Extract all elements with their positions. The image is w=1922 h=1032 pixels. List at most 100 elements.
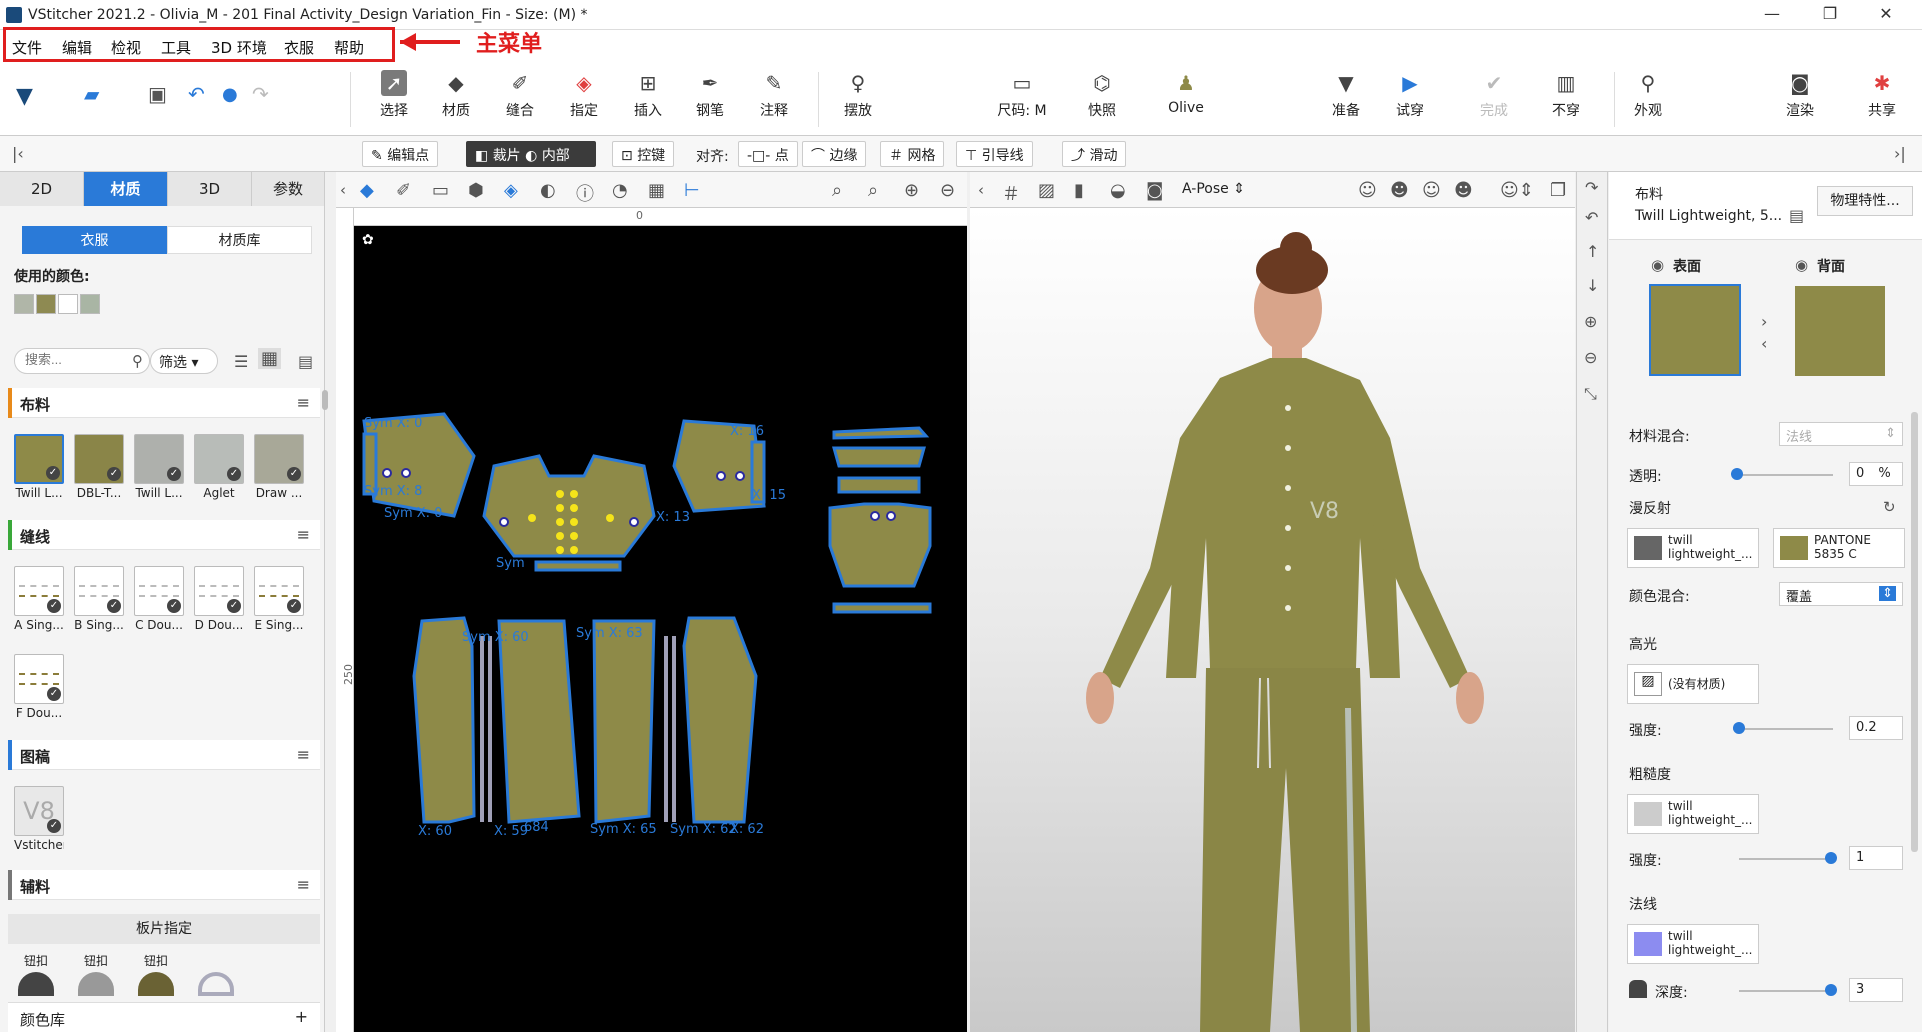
zoom-in-icon[interactable]: ⊕ bbox=[904, 180, 919, 201]
tool-snapshot[interactable]: ⌬ 快照 bbox=[1072, 70, 1132, 120]
close-button[interactable]: ✕ bbox=[1866, 4, 1906, 26]
fabric-link-icon[interactable]: ▤ bbox=[1789, 206, 1804, 225]
tool-pen[interactable]: ✒ 钢笔 bbox=[680, 70, 740, 120]
tool-size[interactable]: ▭ 尺码: M bbox=[986, 70, 1058, 120]
physics-button[interactable]: 物理特性... bbox=[1817, 186, 1913, 216]
fabric-thumb[interactable]: ✓ DBL-T... bbox=[74, 434, 124, 500]
material-mix-select[interactable]: 法线 ⇕ bbox=[1779, 422, 1903, 446]
pattern-tool-icon[interactable]: ▭ bbox=[432, 180, 449, 201]
pattern-tool-icon[interactable]: ◔ bbox=[612, 180, 628, 201]
zoom-out-icon[interactable]: ⊖ bbox=[1584, 348, 1597, 367]
roughness-strength-slider[interactable] bbox=[1739, 858, 1833, 860]
seam-thumb[interactable]: ✓ E Sing... bbox=[254, 566, 304, 632]
tool-insert[interactable]: ⊞ 插入 bbox=[618, 70, 678, 120]
tab-2d[interactable]: 2D bbox=[0, 172, 84, 206]
pattern-tool-icon[interactable]: ◈ bbox=[504, 180, 518, 201]
grid-view-icon[interactable]: ▦ bbox=[258, 348, 282, 369]
align-grid-button[interactable]: ＃ 网格 bbox=[880, 141, 945, 167]
tool-render[interactable]: ◙ 渲染 bbox=[1770, 70, 1830, 120]
roughness-strength-knob[interactable] bbox=[1825, 852, 1837, 864]
reset-icon[interactable]: ↻ bbox=[1883, 498, 1896, 516]
fabric-thumb[interactable]: ✓ Aglet bbox=[194, 434, 244, 500]
used-color-swatch[interactable] bbox=[36, 294, 56, 314]
avatar-view-icon[interactable]: ☺ bbox=[1422, 180, 1441, 201]
roughness-strength-input[interactable]: 1 bbox=[1849, 846, 1903, 870]
button-trim-icon[interactable] bbox=[18, 972, 54, 996]
measure-icon[interactable]: ◒ bbox=[1110, 180, 1126, 201]
used-color-swatch[interactable] bbox=[14, 294, 34, 314]
collapse-right-icon[interactable]: ›| bbox=[1894, 144, 1906, 163]
pattern-tool-icon[interactable]: ⓘ bbox=[576, 180, 594, 206]
chevron-left-icon[interactable]: ‹ bbox=[340, 181, 346, 199]
tool-select[interactable]: ➚ 选择 bbox=[364, 70, 424, 120]
zoom-fit-icon[interactable]: ⌕ bbox=[832, 180, 842, 201]
pattern-canvas[interactable]: ✿ Sym X: 0 Sym X: 8 Sym X: 0 X: 16 X: 15… bbox=[354, 226, 967, 1032]
history-icon[interactable]: ● bbox=[222, 84, 238, 105]
avatar-view-icon[interactable]: ☻ bbox=[1454, 180, 1473, 201]
open-folder-icon[interactable]: ▰ bbox=[84, 82, 99, 106]
normal-map[interactable]: twill lightweight_... bbox=[1627, 924, 1759, 964]
pattern-tool-icon[interactable]: ◐ bbox=[540, 180, 556, 201]
roughness-map[interactable]: twill lightweight_... bbox=[1627, 794, 1759, 834]
rotate-icon[interactable]: ↶ bbox=[1585, 208, 1598, 227]
used-color-swatch[interactable] bbox=[58, 294, 78, 314]
subtab-garment[interactable]: 衣服 bbox=[22, 226, 167, 254]
tool-simulate[interactable]: ▶ 试穿 bbox=[1380, 70, 1440, 120]
pose-select[interactable]: A-Pose ⇕ bbox=[1182, 181, 1245, 197]
artwork-thumb[interactable]: V8 ✓ Vstitcher bbox=[14, 786, 64, 852]
specular-strength-slider[interactable] bbox=[1733, 728, 1833, 730]
move-up-icon[interactable]: ↑ bbox=[1586, 242, 1599, 261]
maximize-button[interactable]: ❐ bbox=[1810, 4, 1850, 26]
align-guideline-button[interactable]: ⊤ 引导线 bbox=[956, 141, 1033, 167]
ring-trim-icon[interactable] bbox=[198, 972, 234, 996]
add-icon[interactable]: + bbox=[295, 1007, 308, 1026]
specular-map[interactable]: ▨ (没有材质) bbox=[1627, 664, 1759, 704]
section-artwork[interactable]: 图稿 ≡ bbox=[8, 740, 320, 770]
slide-button[interactable]: ⤴ 滑动 bbox=[1062, 141, 1127, 167]
avatar-select-icon[interactable]: ☺⇕ bbox=[1500, 180, 1534, 201]
move-down-icon[interactable]: ↓ bbox=[1586, 276, 1599, 295]
tool-done[interactable]: ✔ 完成 bbox=[1464, 70, 1524, 120]
back-material-swatch[interactable] bbox=[1795, 286, 1885, 376]
diffuse-map[interactable]: twill lightweight_... bbox=[1627, 528, 1759, 568]
grid-icon[interactable]: ▦ bbox=[648, 180, 665, 201]
fabric-thumb[interactable]: ✓ Draw ... bbox=[254, 434, 304, 500]
search-input[interactable] bbox=[25, 352, 121, 367]
seam-thumb[interactable]: ✓ D Dou... bbox=[194, 566, 244, 632]
background-icon[interactable]: ▨ bbox=[1038, 180, 1055, 201]
depth-slider[interactable] bbox=[1739, 990, 1833, 992]
tool-stitch[interactable]: ✐ 缝合 bbox=[490, 70, 550, 120]
camera-icon[interactable]: ◙ bbox=[1146, 180, 1163, 201]
seam-thumb[interactable]: ✓ F Dou... bbox=[14, 654, 64, 720]
ruler-icon[interactable]: ▮ bbox=[1074, 180, 1084, 201]
minimize-button[interactable]: — bbox=[1752, 4, 1792, 26]
section-trims[interactable]: 辅料 ≡ bbox=[8, 870, 320, 900]
right-scrollbar[interactable] bbox=[1911, 412, 1918, 852]
depth-slider-knob[interactable] bbox=[1825, 984, 1837, 996]
zoom-selection-icon[interactable]: ⌕ bbox=[868, 180, 878, 201]
hamburger-icon[interactable]: ≡ bbox=[297, 875, 310, 894]
vstitcher-logo-icon[interactable]: ▼ bbox=[16, 84, 33, 109]
view3d-canvas[interactable]: V8 bbox=[970, 208, 1575, 1032]
grid-icon[interactable]: ＃ bbox=[1002, 180, 1020, 206]
tool-material[interactable]: ◆ 材质 bbox=[426, 70, 486, 120]
zoom-out-icon[interactable]: ⊖ bbox=[940, 180, 955, 201]
hamburger-icon[interactable]: ≡ bbox=[297, 745, 310, 764]
tool-pose[interactable]: ♀ 摆放 bbox=[828, 70, 888, 120]
section-color-library[interactable]: 颜色库 + bbox=[8, 1002, 320, 1032]
seam-thumb[interactable]: ✓ B Sing... bbox=[74, 566, 124, 632]
section-fabric[interactable]: 布料 ≡ bbox=[8, 388, 320, 418]
ruler-icon[interactable]: ⊢ bbox=[684, 180, 700, 201]
edit-points-button[interactable]: ✎ 编辑点 bbox=[362, 141, 439, 167]
redo-icon[interactable]: ↷ bbox=[252, 82, 269, 106]
tool-assign[interactable]: ◈ 指定 bbox=[554, 70, 614, 120]
tool-colorway[interactable]: ♟ Olive bbox=[1156, 70, 1216, 116]
eye-icon[interactable]: ◉ bbox=[1651, 256, 1664, 274]
opacity-slider[interactable] bbox=[1733, 474, 1833, 476]
seam-thumb[interactable]: ✓ C Dou... bbox=[134, 566, 184, 632]
specular-strength-knob[interactable] bbox=[1733, 722, 1745, 734]
fabric-thumb[interactable]: ✓ Twill L... bbox=[134, 434, 184, 500]
hamburger-icon[interactable]: ≡ bbox=[297, 393, 310, 412]
subtab-material-library[interactable]: 材质库 bbox=[167, 226, 312, 254]
tab-3d[interactable]: 3D bbox=[168, 172, 252, 206]
